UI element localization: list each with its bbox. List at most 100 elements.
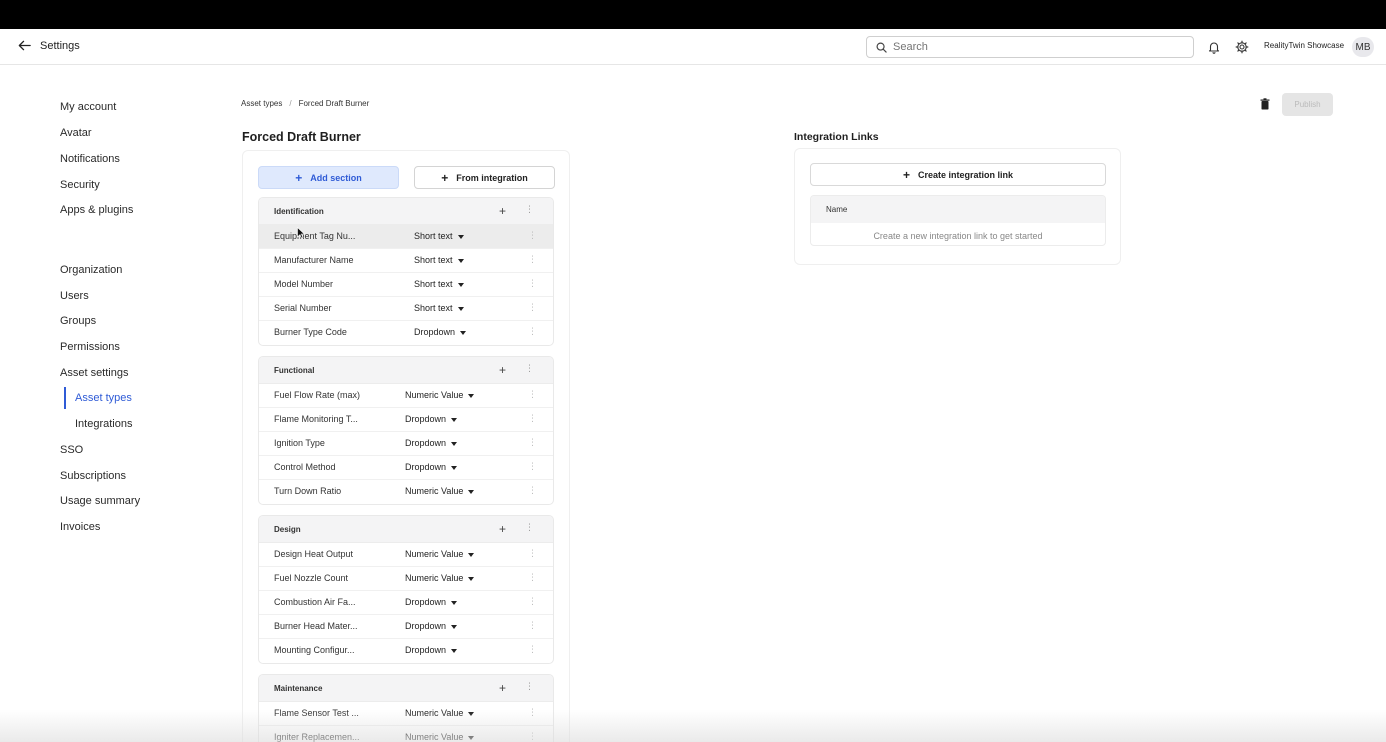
more-vertical-icon[interactable]: ⋮	[528, 621, 537, 630]
avatar[interactable]: MB	[1352, 37, 1374, 57]
breadcrumb-asset-types[interactable]: Asset types	[241, 99, 282, 108]
more-vertical-icon[interactable]: ⋮	[528, 303, 537, 312]
more-vertical-icon[interactable]: ⋮	[528, 327, 537, 336]
nav-item-integrations[interactable]: Integrations	[75, 418, 132, 430]
field-row[interactable]: Fuel Nozzle Count Numeric Value ⋮	[259, 567, 553, 591]
field-type-dropdown[interactable]: Numeric Value	[405, 549, 475, 559]
field-type-dropdown[interactable]: Dropdown	[405, 645, 458, 655]
nav-item-permissions[interactable]: Permissions	[60, 341, 120, 353]
field-type-dropdown[interactable]: Short text	[414, 255, 464, 265]
field-row[interactable]: Manufacturer Name Short text ⋮	[259, 249, 553, 273]
field-name: Burner Type Code	[274, 327, 347, 337]
field-type-dropdown[interactable]: Numeric Value	[405, 708, 475, 718]
nav-item-security[interactable]: Security	[60, 179, 100, 191]
org-name[interactable]: RealityTwin Showcase	[1264, 41, 1344, 50]
back-to-settings-button[interactable]: Settings	[17, 38, 80, 53]
more-vertical-icon[interactable]: ⋮	[528, 414, 537, 423]
field-row[interactable]: Igniter Replacemen... Numeric Value ⋮	[259, 726, 553, 742]
plus-icon: +	[902, 167, 910, 182]
field-type-dropdown[interactable]: Short text	[414, 279, 464, 289]
field-type-dropdown[interactable]: Numeric Value	[405, 390, 475, 400]
search-box[interactable]	[866, 36, 1194, 58]
field-row[interactable]: Turn Down Ratio Numeric Value ⋮	[259, 480, 553, 504]
nav-item-asset-types[interactable]: Asset types	[75, 392, 132, 404]
more-vertical-icon[interactable]: ⋮	[528, 231, 537, 240]
field-row[interactable]: Ignition Type Dropdown ⋮	[259, 432, 553, 456]
field-row[interactable]: Burner Head Mater... Dropdown ⋮	[259, 615, 553, 639]
more-vertical-icon[interactable]: ⋮	[528, 573, 537, 582]
more-vertical-icon[interactable]: ⋮	[528, 279, 537, 288]
field-row[interactable]: Serial Number Short text ⋮	[259, 297, 553, 321]
field-name: Equipment Tag Nu...	[274, 231, 356, 241]
caret-down-icon	[451, 441, 458, 446]
more-vertical-icon[interactable]: ⋮	[528, 708, 537, 717]
field-type-dropdown[interactable]: Dropdown	[405, 621, 458, 631]
field-type-dropdown[interactable]: Short text	[414, 231, 464, 241]
nav-item-subscriptions[interactable]: Subscriptions	[60, 470, 126, 482]
nav-item-users[interactable]: Users	[60, 290, 89, 302]
more-vertical-icon[interactable]: ⋮	[528, 438, 537, 447]
field-type-dropdown[interactable]: Numeric Value	[405, 573, 475, 583]
more-vertical-icon[interactable]: ⋮	[525, 364, 534, 373]
field-row[interactable]: Flame Sensor Test ... Numeric Value ⋮	[259, 702, 553, 726]
nav-item-groups[interactable]: Groups	[60, 315, 96, 327]
field-type-dropdown[interactable]: Dropdown	[405, 438, 458, 448]
publish-button[interactable]: Publish	[1282, 93, 1333, 116]
field-type-dropdown[interactable]: Dropdown	[405, 462, 458, 472]
nav-item-sso[interactable]: SSO	[60, 444, 83, 456]
more-vertical-icon[interactable]: ⋮	[528, 645, 537, 654]
nav-item-usage-summary[interactable]: Usage summary	[60, 495, 140, 507]
add-section-label: Add section	[310, 172, 362, 183]
field-row[interactable]: Design Heat Output Numeric Value ⋮	[259, 543, 553, 567]
bell-icon[interactable]	[1206, 39, 1222, 55]
add-field-icon[interactable]: +	[499, 681, 506, 695]
nav-item-notifications[interactable]: Notifications	[60, 153, 120, 165]
field-type-dropdown[interactable]: Numeric Value	[405, 486, 475, 496]
field-row[interactable]: Flame Monitoring T... Dropdown ⋮	[259, 408, 553, 432]
field-row[interactable]: Control Method Dropdown ⋮	[259, 456, 553, 480]
more-vertical-icon[interactable]: ⋮	[528, 549, 537, 558]
more-vertical-icon[interactable]: ⋮	[528, 255, 537, 264]
caret-down-icon	[468, 711, 475, 716]
empty-state-text: Create a new integration link to get sta…	[873, 231, 1043, 241]
more-vertical-icon[interactable]: ⋮	[525, 205, 534, 214]
nav-item-apps-plugins[interactable]: Apps & plugins	[60, 204, 133, 216]
more-vertical-icon[interactable]: ⋮	[528, 390, 537, 399]
field-type-dropdown[interactable]: Dropdown	[414, 327, 467, 337]
gear-icon[interactable]	[1234, 39, 1250, 55]
table-header: Name	[811, 196, 1105, 223]
field-row[interactable]: Fuel Flow Rate (max) Numeric Value ⋮	[259, 384, 553, 408]
nav-item-avatar[interactable]: Avatar	[60, 127, 92, 139]
caret-down-icon	[468, 552, 475, 557]
more-vertical-icon[interactable]: ⋮	[525, 523, 534, 532]
section-functional: Functional + ⋮ Fuel Flow Rate (max) Numer…	[258, 356, 554, 505]
from-integration-button[interactable]: + From integration	[414, 166, 555, 189]
more-vertical-icon[interactable]: ⋮	[525, 682, 534, 691]
more-vertical-icon[interactable]: ⋮	[528, 732, 537, 741]
more-vertical-icon[interactable]: ⋮	[528, 486, 537, 495]
field-type-dropdown[interactable]: Short text	[414, 303, 464, 313]
field-type-dropdown[interactable]: Dropdown	[405, 597, 458, 607]
nav-item-organization[interactable]: Organization	[60, 264, 122, 276]
search-input[interactable]	[893, 41, 1173, 53]
add-field-icon[interactable]: +	[499, 363, 506, 377]
nav-item-asset-settings[interactable]: Asset settings	[60, 367, 128, 379]
trash-icon[interactable]	[1260, 98, 1270, 110]
bottom-fade	[0, 710, 1386, 742]
add-field-icon[interactable]: +	[499, 522, 506, 536]
add-field-icon[interactable]: +	[499, 204, 506, 218]
field-row[interactable]: Model Number Short text ⋮	[259, 273, 553, 297]
more-vertical-icon[interactable]: ⋮	[528, 462, 537, 471]
caret-down-icon	[451, 417, 458, 422]
field-row[interactable]: Combustion Air Fa... Dropdown ⋮	[259, 591, 553, 615]
create-integration-link-button[interactable]: + Create integration link	[810, 163, 1106, 186]
field-type-dropdown[interactable]: Dropdown	[405, 414, 458, 424]
nav-item-invoices[interactable]: Invoices	[60, 521, 100, 533]
more-vertical-icon[interactable]: ⋮	[528, 597, 537, 606]
nav-item-my-account[interactable]: My account	[60, 101, 116, 113]
field-type-dropdown[interactable]: Numeric Value	[405, 732, 475, 742]
add-section-button[interactable]: + Add section	[258, 166, 399, 189]
arrow-left-icon	[18, 40, 31, 51]
field-row[interactable]: Burner Type Code Dropdown ⋮	[259, 321, 553, 345]
field-row[interactable]: Mounting Configur... Dropdown ⋮	[259, 639, 553, 663]
